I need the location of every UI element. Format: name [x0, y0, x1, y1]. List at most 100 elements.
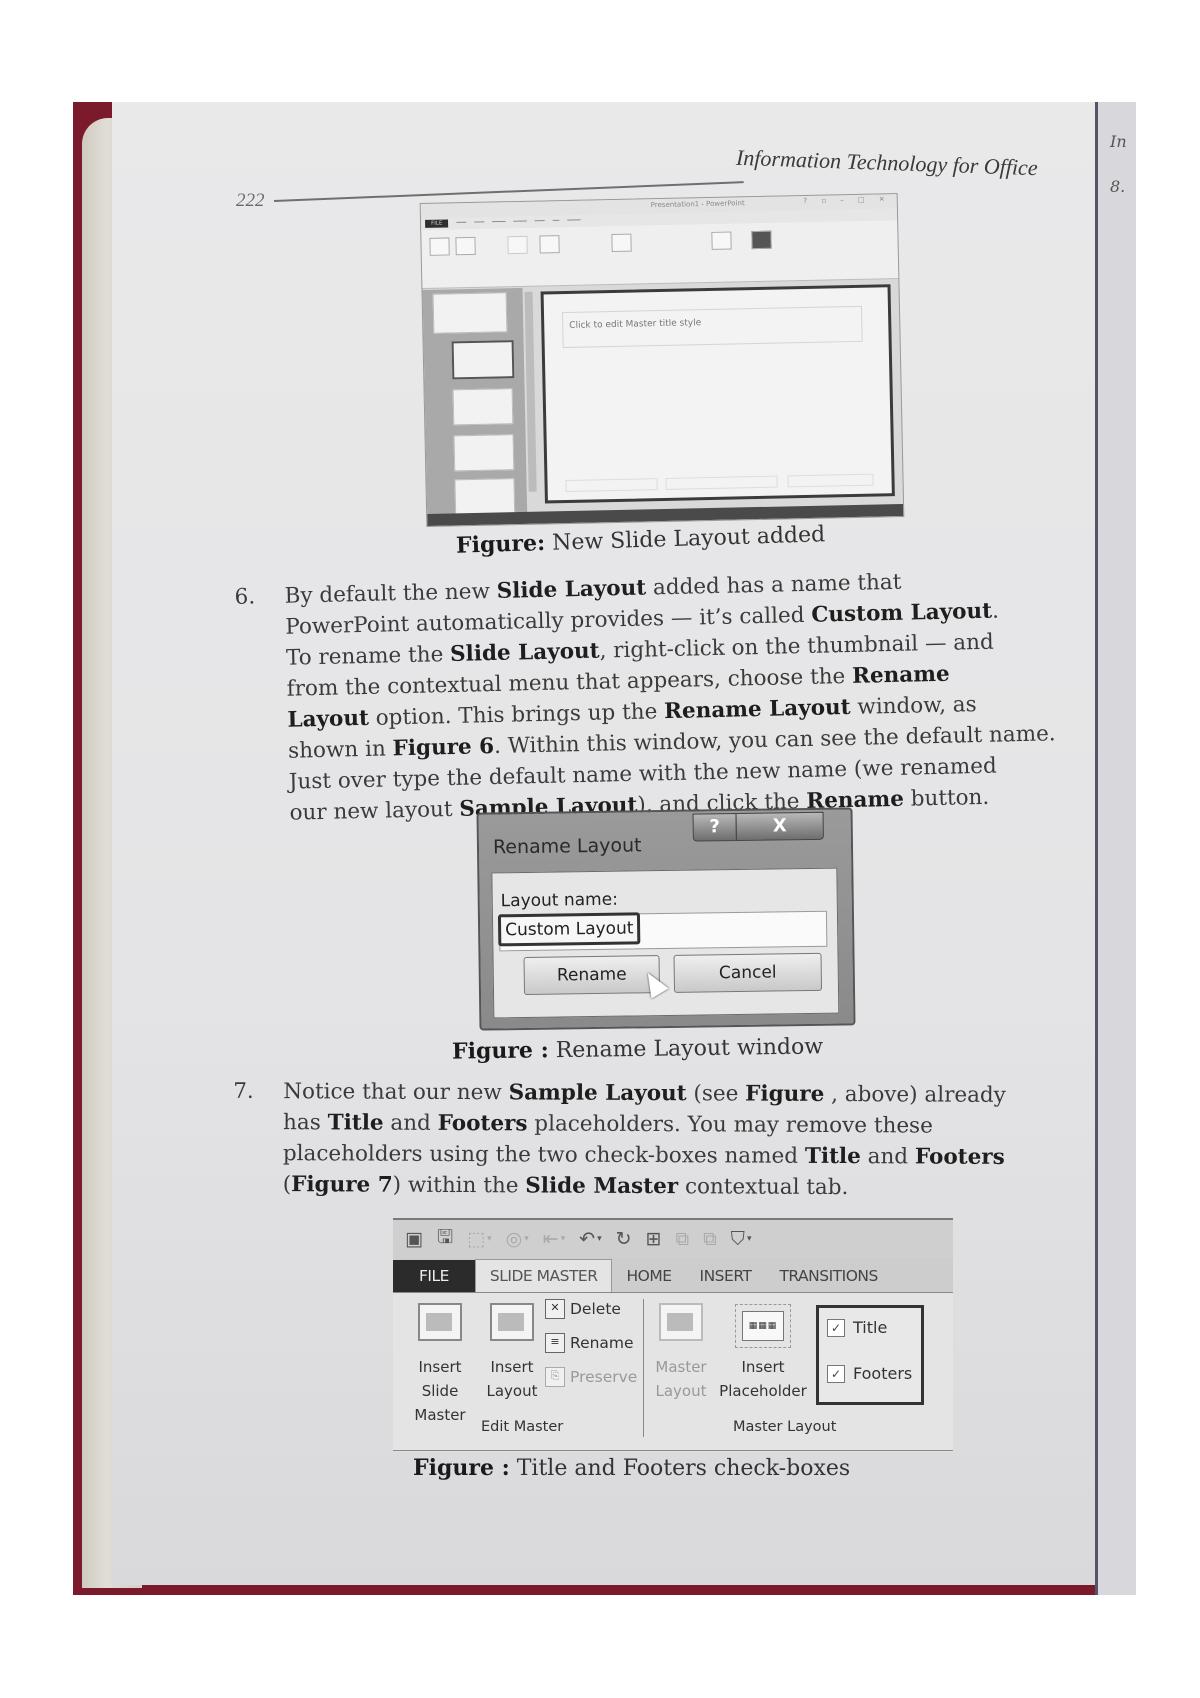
close-master-view-icon — [751, 230, 772, 250]
help-button[interactable]: ? — [692, 813, 737, 842]
footers-checkbox[interactable]: ✓ Footers — [827, 1364, 912, 1383]
bold-term: Sample Layout — [508, 1080, 687, 1107]
title-placeholder: Click to edit Master title style — [561, 305, 863, 349]
ribbon-body — [421, 220, 899, 290]
layout-thumbnail — [454, 478, 516, 516]
insert-placeholder-icon: ▦▦▦ — [735, 1304, 791, 1348]
checkbox-label: Footers — [853, 1364, 913, 1383]
text-run: and — [383, 1110, 438, 1136]
cancel-button[interactable]: Cancel — [673, 952, 823, 993]
button-label: Master — [655, 1358, 707, 1376]
ungroup-icon[interactable]: ⧉ — [703, 1228, 717, 1250]
themes-icon — [611, 233, 632, 253]
bold-term: Layout — [287, 705, 370, 733]
master-layout-button[interactable]: Master Layout — [651, 1303, 711, 1403]
undo-icon[interactable]: ↶ ▾ — [579, 1228, 601, 1250]
group-icon[interactable]: ⧉ — [676, 1228, 690, 1250]
button-label: Layout — [655, 1382, 707, 1400]
window-controls: ? ▫ – □ ✕ — [803, 195, 891, 206]
master-layout-icon — [659, 1303, 703, 1341]
tab-home[interactable]: HOME — [612, 1260, 685, 1292]
save-icon[interactable]: 🖫 — [437, 1223, 453, 1255]
rename-button[interactable]: Rename — [523, 955, 661, 995]
bold-term: Footers — [914, 1144, 1005, 1170]
tab-placeholder: ━━━━ — [492, 219, 506, 226]
text-run: contextual tab. — [678, 1174, 849, 1201]
text-run: , above) already — [824, 1081, 1006, 1108]
list-number: 6. — [234, 584, 256, 610]
figure3-caption: Figure : Title and Footers check-boxes — [413, 1455, 850, 1481]
bold-term: Figure — [745, 1081, 825, 1107]
next-page-fragment: 8. — [1110, 177, 1126, 196]
list-number: 7. — [233, 1078, 254, 1104]
paragraph-7: 7. Notice that our new Sample Layout (se… — [233, 1076, 1006, 1204]
footer-placeholder — [665, 475, 778, 490]
text-run: window, as — [850, 692, 977, 720]
text-run: . — [991, 598, 1000, 624]
shape-fill-icon[interactable]: ◎ ▾ — [506, 1228, 529, 1250]
text-run: (see — [686, 1081, 746, 1107]
scrollbar — [524, 291, 537, 492]
insert-slide-master-icon — [429, 237, 450, 256]
checkbox-label: Title — [853, 1318, 888, 1337]
arrange-icon[interactable]: ⇤ ▾ — [543, 1228, 565, 1250]
shape-icon[interactable]: ⬚ ▾ — [467, 1228, 491, 1250]
title-checkbox[interactable]: ✓ Title — [827, 1318, 887, 1337]
redo-icon[interactable]: ↻ — [616, 1228, 632, 1250]
delete-button[interactable]: ✕ Delete — [545, 1299, 621, 1319]
caption-text: Rename Layout window — [548, 1034, 824, 1064]
rename-button[interactable]: ≡ Rename — [545, 1333, 634, 1353]
layout-name-value[interactable]: Custom Layout — [497, 912, 641, 947]
button-label: Preserve — [570, 1368, 638, 1386]
rename-layout-dialog: Rename Layout ? X Layout name: Custom La… — [476, 807, 856, 1031]
caption-text: Title and Footers check-boxes — [509, 1456, 851, 1481]
caption-label: Figure : — [451, 1037, 549, 1065]
close-button[interactable]: X — [735, 811, 824, 842]
button-label: Insert — [490, 1358, 534, 1376]
delete-icon: ✕ — [545, 1299, 565, 1319]
preserve-button[interactable]: ⎘ Preserve — [545, 1367, 637, 1387]
layout-thumbnail — [452, 388, 514, 426]
slide-canvas: Click to edit Master title style — [540, 284, 895, 504]
text-run: added has a name that — [645, 569, 902, 601]
figure2-caption: Figure : Rename Layout window — [452, 1033, 823, 1064]
layout-name-label: Layout name: — [500, 889, 619, 912]
powerpoint-app-icon[interactable]: ▣ — [405, 1228, 423, 1250]
page-number: 222 — [236, 190, 265, 211]
tab-placeholder: ━━━ — [534, 218, 545, 225]
button-label: Insert Slide — [418, 1358, 462, 1400]
checkbox-checked-icon[interactable]: ✓ — [827, 1318, 845, 1337]
tab-placeholder: ━━ — [552, 218, 560, 225]
format-painter-icon[interactable]: ⛉ ▾ — [731, 1228, 752, 1250]
text-run: our new layout — [289, 796, 460, 826]
group-separator — [643, 1299, 644, 1437]
tab-slide-master[interactable]: SLIDE MASTER — [474, 1259, 613, 1292]
bold-term: Slide Layout — [449, 638, 600, 667]
tab-transitions[interactable]: TRANSITIONS — [765, 1260, 891, 1292]
insert-layout-button[interactable]: Insert Layout — [485, 1303, 539, 1403]
layout-name-input[interactable]: Custom Layout — [497, 910, 828, 952]
bold-term: Footers — [437, 1110, 528, 1137]
tab-insert[interactable]: INSERT — [686, 1260, 766, 1292]
ribbon-tab-row: FILE SLIDE MASTER HOME INSERT TRANSITION… — [393, 1258, 953, 1293]
button-label: Insert — [741, 1358, 785, 1376]
rename-icon: ≡ — [545, 1333, 565, 1353]
text-run: ) within the — [392, 1172, 526, 1199]
tab-placeholder: ━━━━ — [567, 217, 581, 224]
insert-placeholder-button[interactable]: ▦▦▦ Insert Placeholder — [711, 1293, 815, 1403]
paragraph-6: 6. By default the new Slide Layout added… — [234, 563, 1057, 828]
checkbox-checked-icon[interactable]: ✓ — [827, 1364, 845, 1383]
text-run: placeholders. You may remove these — [527, 1111, 933, 1139]
tab-file: FILE — [425, 219, 449, 228]
select-icon[interactable]: ⊞ — [646, 1228, 662, 1250]
button-label: Rename — [570, 1334, 634, 1352]
next-page-edge: In 8. — [1095, 102, 1136, 1595]
insert-slide-master-button[interactable]: Insert Slide Master — [399, 1303, 481, 1427]
slide-master-ribbon: ▣ 🖫 ⬚ ▾ ◎ ▾ ⇤ ▾ ↶ ▾ ↻ ⊞ ⧉ ⧉ ⛉ ▾ FILE SLIDE MA… — [393, 1218, 953, 1452]
text-line: placeholders using the two check-boxes n… — [283, 1138, 1006, 1173]
insert-placeholder-icon — [539, 235, 560, 254]
text-run: Notice that our new — [283, 1079, 509, 1106]
tab-placeholder: ━━━ — [474, 219, 485, 226]
tab-file[interactable]: FILE — [393, 1260, 475, 1292]
insert-layout-icon — [490, 1303, 534, 1341]
